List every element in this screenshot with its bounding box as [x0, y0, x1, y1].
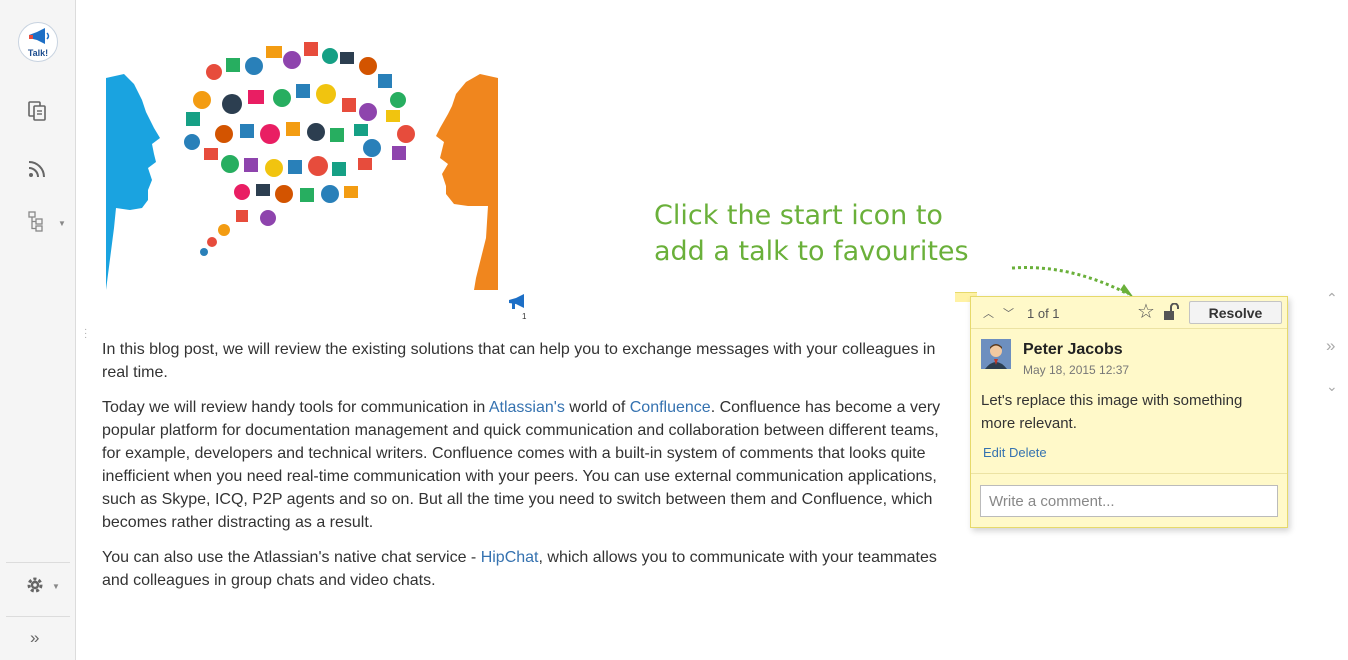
talk-logo-text: Talk!	[27, 48, 49, 58]
callout-arrow-icon	[1011, 266, 1134, 298]
avatar[interactable]	[981, 339, 1011, 369]
unlock-icon[interactable]	[1163, 303, 1179, 321]
confluence-link[interactable]: Confluence	[630, 399, 711, 416]
paragraph-tools: Today we will review handy tools for com…	[102, 399, 941, 531]
hipchat-link[interactable]: HipChat	[481, 549, 539, 566]
talk-app-logo[interactable]: Talk!	[18, 22, 58, 62]
callout-line-2: add a talk to favourites	[654, 236, 969, 267]
right-face-silhouette	[436, 74, 498, 290]
settings-gear-icon[interactable]	[24, 574, 46, 596]
comment-count: 1 of 1	[1027, 306, 1060, 321]
scroll-up-icon[interactable]: ⌃	[1326, 290, 1338, 307]
megaphone-icon	[29, 28, 50, 44]
edit-comment-link[interactable]: Edit	[983, 445, 1005, 460]
sidebar: Talk! ▼ ▼ »	[0, 0, 76, 660]
inline-comment-panel: ︿ ﹀ 1 of 1 ☆ Resolve Peter Jacobs May 18…	[970, 296, 1288, 528]
sidebar-divider	[6, 616, 70, 617]
comment-author[interactable]: Peter Jacobs	[1023, 341, 1123, 359]
callout-line-1: Click the start icon to	[654, 200, 943, 231]
resolve-button[interactable]: Resolve	[1189, 301, 1282, 324]
callout-annotation: Click the start icon to add a talk to fa…	[654, 198, 969, 270]
comment-actions: Edit Delete	[983, 445, 1047, 460]
comment-text: Let's replace this image with something …	[981, 392, 1243, 432]
comment-divider	[971, 473, 1287, 474]
paragraph-hipchat: You can also use the Atlassian's native …	[102, 549, 937, 589]
expand-sidebar-icon[interactable]: »	[30, 628, 39, 648]
pages-icon[interactable]	[26, 100, 48, 122]
comment-date: May 18, 2015 12:37	[1023, 363, 1130, 377]
chevron-down-icon[interactable]: ▼	[58, 219, 66, 228]
comment-header: ︿ ﹀ 1 of 1 ☆ Resolve	[971, 297, 1287, 329]
talk-pin-count: 1	[522, 312, 527, 321]
next-comment-icon[interactable]: ﹀	[1003, 305, 1014, 321]
previous-comment-icon[interactable]: ︿	[983, 305, 994, 321]
blog-post-body: In this blog post, we will review the ex…	[102, 338, 952, 604]
sidebar-divider	[6, 562, 70, 563]
article-illustration[interactable]	[106, 38, 498, 290]
page-tree-icon[interactable]	[26, 210, 48, 232]
chevron-down-icon[interactable]: ▼	[52, 582, 60, 591]
atlassian-link[interactable]: Atlassian's	[489, 399, 565, 416]
write-comment-input[interactable]	[980, 485, 1278, 517]
rss-feed-icon[interactable]	[26, 158, 48, 180]
expand-panel-icon[interactable]: »	[1326, 336, 1335, 356]
scroll-down-icon[interactable]: ⌄	[1326, 378, 1338, 395]
user-avatar-icon	[981, 339, 1011, 369]
drag-handle-icon[interactable]: · · ·	[84, 325, 88, 343]
left-face-silhouette	[106, 74, 160, 290]
star-favourite-icon[interactable]: ☆	[1137, 302, 1155, 322]
paragraph-intro: In this blog post, we will review the ex…	[102, 341, 936, 381]
icon-cloud	[184, 42, 415, 256]
delete-comment-link[interactable]: Delete	[1009, 445, 1047, 460]
